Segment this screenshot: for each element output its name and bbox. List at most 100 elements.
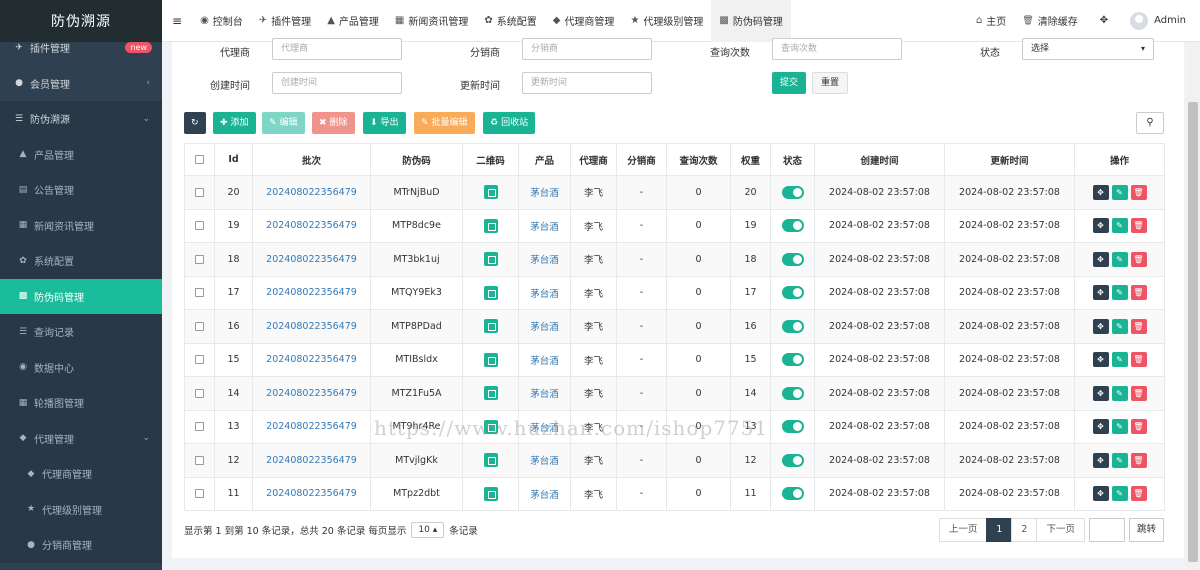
- delete-row-icon[interactable]: 🗑: [1130, 251, 1147, 267]
- sidebar-item-13[interactable]: ★ 代理级别管理: [0, 491, 162, 527]
- column-header[interactable]: 查询次数: [666, 143, 731, 176]
- drag-handle-icon[interactable]: ✥: [1092, 184, 1109, 200]
- column-header[interactable]: 二维码: [462, 143, 519, 176]
- column-header[interactable]: 创建时间: [814, 143, 945, 176]
- product-link[interactable]: 茅台酒: [530, 389, 559, 400]
- batch-link[interactable]: 202408022356479: [266, 488, 357, 499]
- nav-tab-3[interactable]: ▦ 新闻资讯管理: [387, 0, 476, 42]
- qrcode-icon[interactable]: [483, 252, 498, 267]
- column-header[interactable]: 防伪码: [370, 143, 463, 176]
- jump-page-input[interactable]: [1088, 518, 1125, 542]
- nav-tab-0[interactable]: ◉ 控制台: [192, 0, 251, 42]
- qrcode-icon[interactable]: [483, 352, 498, 367]
- delete-button[interactable]: ✖ 删除: [312, 112, 355, 134]
- nav-tab-6[interactable]: ★ 代理级别管理: [622, 0, 711, 42]
- drag-handle-icon[interactable]: ✥: [1092, 318, 1109, 334]
- drag-handle-icon[interactable]: ✥: [1092, 285, 1109, 301]
- drag-handle-icon[interactable]: ✥: [1092, 385, 1109, 401]
- add-button[interactable]: ✚ 添加: [213, 112, 256, 134]
- status-toggle[interactable]: [781, 420, 804, 434]
- home-link[interactable]: ⌂ 主页: [968, 0, 1014, 42]
- product-link[interactable]: 茅台酒: [530, 456, 559, 467]
- product-link[interactable]: 茅台酒: [530, 188, 559, 199]
- sidebar-item-9[interactable]: ◉ 数据中心: [0, 349, 162, 385]
- sidebar-item-11[interactable]: ◆ 代理管理 ⌄: [0, 420, 162, 456]
- qrcode-icon[interactable]: [483, 386, 498, 401]
- drag-handle-icon[interactable]: ✥: [1092, 452, 1109, 468]
- delete-row-icon[interactable]: 🗑: [1130, 352, 1147, 368]
- product-link[interactable]: 茅台酒: [530, 289, 559, 300]
- qrcode-icon[interactable]: [483, 218, 498, 233]
- status-toggle[interactable]: [781, 487, 804, 501]
- sidebar-item-5[interactable]: ▦ 新闻资讯管理: [0, 207, 162, 243]
- status-toggle[interactable]: [781, 219, 804, 233]
- search-toggle-button[interactable]: ⚲: [1136, 112, 1164, 134]
- nav-tab-5[interactable]: ◆ 代理商管理: [545, 0, 623, 42]
- batch-link[interactable]: 202408022356479: [266, 421, 357, 432]
- delete-row-icon[interactable]: 🗑: [1130, 486, 1147, 502]
- sidebar-item-10[interactable]: ▦ 轮播图管理: [0, 385, 162, 421]
- scrollbar-thumb[interactable]: [1188, 102, 1198, 562]
- agent-input[interactable]: 代理商: [272, 38, 402, 60]
- qrcode-icon[interactable]: [483, 419, 498, 434]
- sidebar-item-3[interactable]: ▲ 产品管理: [0, 136, 162, 172]
- batch-link[interactable]: 202408022356479: [266, 287, 357, 298]
- column-header[interactable]: 更新时间: [944, 143, 1075, 176]
- edit-row-icon[interactable]: ✎: [1111, 184, 1128, 200]
- page-number-button[interactable]: 1: [986, 518, 1013, 542]
- delete-row-icon[interactable]: 🗑: [1130, 318, 1147, 334]
- export-button[interactable]: ⬇ 导出: [363, 112, 406, 134]
- status-toggle[interactable]: [781, 252, 804, 266]
- product-link[interactable]: 茅台酒: [530, 222, 559, 233]
- status-select[interactable]: 选择 ▾: [1022, 38, 1154, 60]
- user-menu[interactable]: Admin: [1122, 0, 1200, 42]
- sidebar-item-8[interactable]: ☰ 查询记录: [0, 314, 162, 350]
- submit-button[interactable]: 提交: [772, 72, 807, 94]
- sidebar-item-4[interactable]: ▤ 公告管理: [0, 172, 162, 208]
- qrcode-icon[interactable]: [483, 453, 498, 468]
- delete-row-icon[interactable]: 🗑: [1130, 184, 1147, 200]
- page-size-select[interactable]: 10 ▴: [411, 522, 445, 538]
- product-link[interactable]: 茅台酒: [530, 255, 559, 266]
- delete-row-icon[interactable]: 🗑: [1130, 419, 1147, 435]
- delete-row-icon[interactable]: 🗑: [1130, 285, 1147, 301]
- drag-handle-icon[interactable]: ✥: [1092, 419, 1109, 435]
- page-number-button[interactable]: 2: [1011, 518, 1038, 542]
- edit-button[interactable]: ✎ 编辑: [262, 112, 305, 134]
- column-header[interactable]: 批次: [252, 143, 371, 176]
- nav-tab-1[interactable]: ✈ 插件管理: [251, 0, 319, 42]
- batch-link[interactable]: 202408022356479: [266, 220, 357, 231]
- clear-cache-link[interactable]: 🗑 清除缓存: [1014, 0, 1085, 42]
- edit-row-icon[interactable]: ✎: [1111, 285, 1128, 301]
- row-checkbox[interactable]: [195, 355, 204, 365]
- batch-link[interactable]: 202408022356479: [266, 388, 357, 399]
- updated-input[interactable]: 更新时间: [522, 72, 652, 94]
- status-toggle[interactable]: [781, 386, 804, 400]
- product-link[interactable]: 茅台酒: [530, 423, 559, 434]
- qrcode-icon[interactable]: [483, 285, 498, 300]
- batch-link[interactable]: 202408022356479: [266, 321, 357, 332]
- qrcode-icon[interactable]: [483, 319, 498, 334]
- refresh-button[interactable]: ↻: [184, 112, 206, 134]
- menu-toggle-icon[interactable]: ≡: [162, 0, 192, 42]
- product-link[interactable]: 茅台酒: [530, 356, 559, 367]
- edit-row-icon[interactable]: ✎: [1111, 419, 1128, 435]
- delete-row-icon[interactable]: 🗑: [1130, 385, 1147, 401]
- column-header[interactable]: 代理商: [570, 143, 617, 176]
- product-link[interactable]: 茅台酒: [530, 490, 559, 501]
- sidebar-item-1[interactable]: ● 会员管理 ‹: [0, 66, 162, 102]
- edit-row-icon[interactable]: ✎: [1111, 452, 1128, 468]
- edit-row-icon[interactable]: ✎: [1111, 218, 1128, 234]
- sidebar-item-14[interactable]: ● 分销商管理: [0, 527, 162, 563]
- status-toggle[interactable]: [781, 286, 804, 300]
- row-checkbox[interactable]: [195, 288, 204, 298]
- distributor-input[interactable]: 分销商: [522, 38, 652, 60]
- edit-row-icon[interactable]: ✎: [1111, 318, 1128, 334]
- column-header[interactable]: 操作: [1074, 143, 1165, 176]
- row-checkbox[interactable]: [195, 321, 204, 331]
- edit-row-icon[interactable]: ✎: [1111, 352, 1128, 368]
- select-all-checkbox[interactable]: [195, 155, 204, 164]
- sidebar-item-12[interactable]: ◆ 代理商管理: [0, 456, 162, 492]
- fullscreen-icon[interactable]: ✥: [1086, 0, 1122, 42]
- sidebar-item-6[interactable]: ✿ 系统配置: [0, 243, 162, 279]
